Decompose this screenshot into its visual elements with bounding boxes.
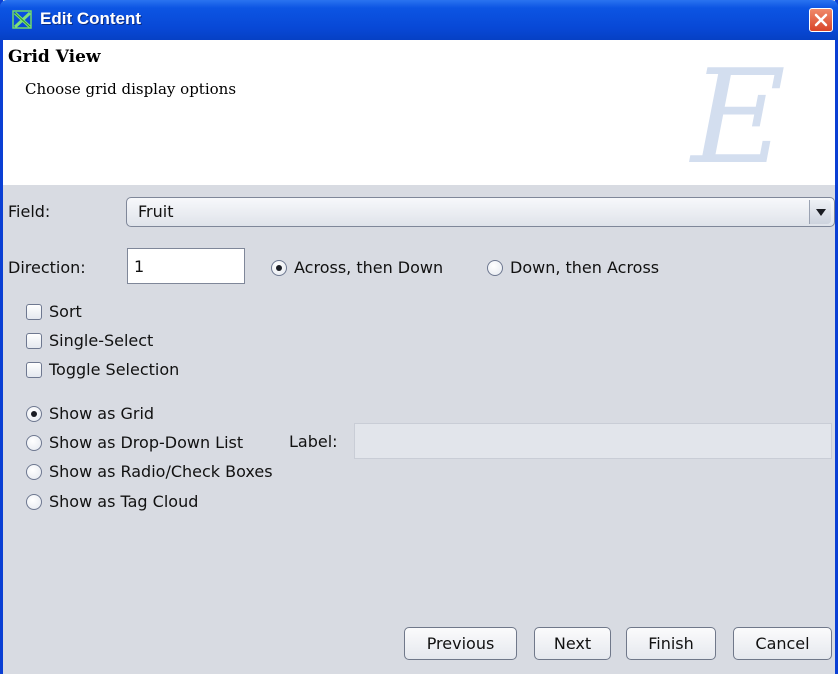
display-option-label: Show as Radio/Check Boxes <box>49 462 273 481</box>
checkbox-label: Toggle Selection <box>49 360 180 379</box>
window-title: Edit Content <box>40 9 142 28</box>
direction-option-label: Across, then Down <box>294 258 444 277</box>
show-as-tag-cloud-radio[interactable]: Show as Tag Cloud <box>26 492 198 511</box>
toggle-selection-checkbox[interactable]: Toggle Selection <box>26 360 179 379</box>
radio-indicator <box>26 434 42 451</box>
direction-label: Direction: <box>8 258 86 277</box>
field-select-value: Fruit <box>138 202 174 221</box>
dropdown-label-input[interactable] <box>354 423 832 459</box>
cancel-button[interactable]: Cancel <box>733 627 832 660</box>
direction-input[interactable] <box>127 248 245 284</box>
page-title: Grid View <box>8 47 101 67</box>
next-button[interactable]: Next <box>534 627 611 660</box>
display-option-label: Show as Grid <box>49 404 155 423</box>
field-select[interactable]: Fruit <box>126 197 835 227</box>
chevron-down-icon <box>816 209 826 216</box>
checkbox-label: Single-Select <box>49 331 154 350</box>
radio-indicator <box>26 405 42 422</box>
watermark-logo: E <box>691 41 786 185</box>
direction-option-label: Down, then Across <box>510 258 660 277</box>
radio-indicator <box>487 259 503 276</box>
single-select-checkbox[interactable]: Single-Select <box>26 331 153 350</box>
show-as-grid-radio[interactable]: Show as Grid <box>26 404 154 423</box>
title-bar[interactable]: Edit Content <box>0 0 838 40</box>
field-label: Field: <box>8 202 51 221</box>
show-as-radio-check-radio[interactable]: Show as Radio/Check Boxes <box>26 462 273 481</box>
show-as-dropdown-radio[interactable]: Show as Drop-Down List <box>26 433 243 452</box>
direction-option-across[interactable]: Across, then Down <box>271 258 443 277</box>
dropdown-label-caption: Label: <box>289 432 338 451</box>
radio-indicator <box>271 259 287 276</box>
display-option-label: Show as Drop-Down List <box>49 433 244 452</box>
page-subtitle: Choose grid display options <box>25 80 237 98</box>
radio-indicator <box>26 463 42 480</box>
display-option-label: Show as Tag Cloud <box>49 492 199 511</box>
finish-button[interactable]: Finish <box>626 627 716 660</box>
sort-checkbox[interactable]: Sort <box>26 302 82 321</box>
direction-option-down[interactable]: Down, then Across <box>487 258 659 277</box>
wizard-header: E <box>3 40 835 185</box>
close-icon <box>814 13 828 27</box>
edit-content-dialog: Edit Content E Grid View Choose grid dis… <box>0 0 838 674</box>
close-button[interactable] <box>809 8 833 32</box>
radio-indicator <box>26 493 42 510</box>
field-select-arrow[interactable] <box>809 200 831 224</box>
checkbox-indicator <box>26 361 42 378</box>
checkbox-label: Sort <box>49 302 82 321</box>
checkbox-indicator <box>26 303 42 320</box>
app-icon <box>12 9 34 31</box>
previous-button[interactable]: Previous <box>404 627 517 660</box>
checkbox-indicator <box>26 332 42 349</box>
